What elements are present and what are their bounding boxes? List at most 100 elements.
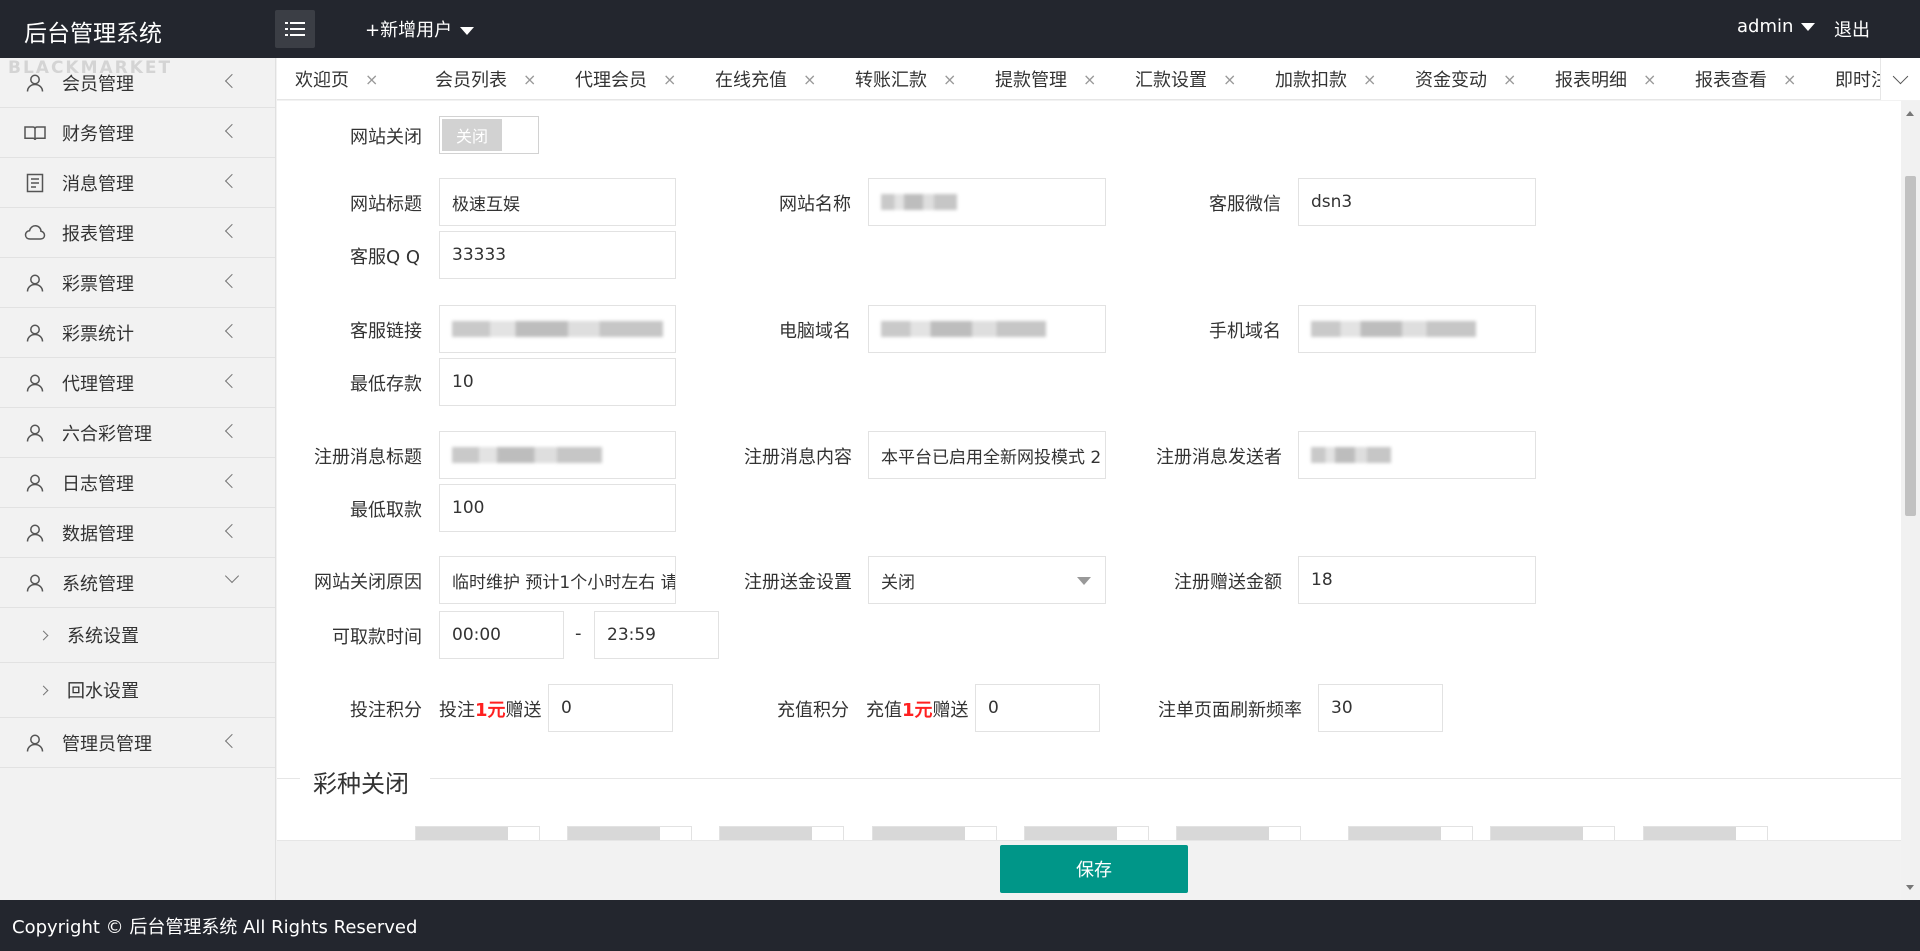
reg-msg-title-input[interactable] xyxy=(439,431,676,479)
reg-msg-sender-label: 注册消息发送者 xyxy=(1156,447,1282,468)
footer-copyright: Copyright © 后台管理系统 All Rights Reserved xyxy=(0,900,1920,951)
close-icon[interactable]: × xyxy=(1783,70,1796,89)
refresh-rate-input[interactable]: 30 xyxy=(1318,684,1443,732)
close-icon[interactable]: × xyxy=(803,70,816,89)
mobile-domain-label: 手机域名 xyxy=(1209,321,1281,342)
bet-points-rule: 投注1元赠送 xyxy=(439,696,542,722)
lottery-toggle[interactable] xyxy=(1024,826,1149,841)
sidebar-item-9[interactable]: 日志管理 xyxy=(0,458,275,508)
menu-toggle-button[interactable] xyxy=(275,10,315,48)
sidebar-item-label: 彩票管理 xyxy=(62,273,134,295)
withdraw-time-start-input[interactable]: 00:00 xyxy=(439,611,564,659)
tab-5[interactable]: 转账汇款 × xyxy=(855,58,956,99)
caret-down-icon xyxy=(460,27,475,35)
withdraw-time-end-input[interactable]: 23:59 xyxy=(594,611,719,659)
sidebar: BLACKMARKET 会员管理 财务管理 消息管理 报表管理 彩票管理 彩票统计 代理管理… xyxy=(0,58,276,900)
min-withdraw-input[interactable]: 100 xyxy=(439,484,676,532)
close-icon[interactable]: × xyxy=(365,70,378,89)
tab-6[interactable]: 提款管理 × xyxy=(995,58,1096,99)
reg-bonus-setting-select[interactable]: 关闭 xyxy=(868,556,1106,604)
tab-3[interactable]: 代理会员 × xyxy=(575,58,676,99)
site-title-input[interactable]: 极速互娱 xyxy=(439,178,676,226)
reg-msg-content-input[interactable]: 本平台已启用全新网投模式 2 xyxy=(868,431,1106,479)
site-name-label: 网站名称 xyxy=(779,194,851,215)
scroll-up-icon[interactable] xyxy=(1906,111,1914,116)
lottery-toggle[interactable] xyxy=(872,826,997,841)
add-user-menu[interactable]: +新增用户 xyxy=(365,16,475,42)
user-icon xyxy=(24,72,46,94)
site-close-toggle[interactable]: 关闭 xyxy=(439,116,539,154)
sidebar-item-4[interactable]: 报表管理 xyxy=(0,208,275,258)
close-reason-input[interactable]: 临时维护 预计1个小时左右 请 xyxy=(439,556,676,604)
min-deposit-input[interactable]: 10 xyxy=(439,358,676,406)
reg-bonus-amount-label: 注册赠送金额 xyxy=(1174,572,1282,593)
tab-7[interactable]: 汇款设置 × xyxy=(1135,58,1236,99)
lottery-toggle[interactable] xyxy=(415,826,540,841)
save-button[interactable]: 保存 xyxy=(1000,845,1188,893)
close-icon[interactable]: × xyxy=(663,70,676,89)
tab-2[interactable]: 会员列表 × xyxy=(435,58,536,99)
tab-label: 资金变动 xyxy=(1415,70,1487,91)
add-user-label: +新增用户 xyxy=(365,20,453,41)
sidebar-subitem-2[interactable]: 回水设置 xyxy=(0,663,275,718)
recharge-points-suffix: 赠送 xyxy=(932,700,969,721)
sidebar-item-12[interactable]: 管理员管理 xyxy=(0,718,275,768)
close-icon[interactable]: × xyxy=(1643,70,1656,89)
sidebar-item-label: 彩票统计 xyxy=(62,323,134,345)
lottery-toggle[interactable] xyxy=(567,826,692,841)
sidebar-item-8[interactable]: 六合彩管理 xyxy=(0,408,275,458)
lottery-toggle[interactable] xyxy=(1490,826,1615,841)
tab-9[interactable]: 资金变动 × xyxy=(1415,58,1516,99)
close-icon[interactable]: × xyxy=(1503,70,1516,89)
sidebar-item-6[interactable]: 彩票统计 xyxy=(0,308,275,358)
close-icon[interactable]: × xyxy=(523,70,536,89)
scroll-down-icon[interactable] xyxy=(1906,885,1914,890)
logout-link[interactable]: 退出 xyxy=(1834,16,1870,42)
close-icon[interactable]: × xyxy=(1223,70,1236,89)
close-icon[interactable]: × xyxy=(943,70,956,89)
sidebar-item-2[interactable]: 财务管理 xyxy=(0,108,275,158)
chevron-left-icon xyxy=(224,473,240,489)
sidebar-item-7[interactable]: 代理管理 xyxy=(0,358,275,408)
user-icon xyxy=(24,322,46,344)
chevron-left-icon xyxy=(224,73,240,89)
tab-more-button[interactable] xyxy=(1880,58,1920,100)
bet-points-input[interactable]: 0 xyxy=(548,684,673,732)
reg-bonus-amount-input[interactable]: 18 xyxy=(1298,556,1536,604)
sidebar-item-3[interactable]: 消息管理 xyxy=(0,158,275,208)
cs-qq-input[interactable]: 33333 xyxy=(439,231,676,279)
tab-10[interactable]: 报表明细 × xyxy=(1555,58,1656,99)
sidebar-item-11[interactable]: 系统管理 xyxy=(0,558,275,608)
scroll-thumb[interactable] xyxy=(1905,176,1916,516)
sidebar-subitem-label: 系统设置 xyxy=(67,626,139,647)
sidebar-item-1[interactable]: 会员管理 xyxy=(0,58,275,108)
site-title-label: 网站标题 xyxy=(350,194,422,215)
redacted-value xyxy=(1311,447,1391,463)
close-icon[interactable]: × xyxy=(1363,70,1376,89)
cs-wechat-input[interactable]: dsn3 xyxy=(1298,178,1536,226)
close-icon[interactable]: × xyxy=(1083,70,1096,89)
lottery-toggle[interactable] xyxy=(1176,826,1301,841)
pc-domain-input[interactable] xyxy=(868,305,1106,353)
tab-8[interactable]: 加款扣款 × xyxy=(1275,58,1376,99)
recharge-points-input[interactable]: 0 xyxy=(975,684,1100,732)
sidebar-subitem-1[interactable]: 系统设置 xyxy=(0,608,275,663)
sidebar-item-5[interactable]: 彩票管理 xyxy=(0,258,275,308)
chevron-down-icon xyxy=(224,568,240,584)
mobile-domain-input[interactable] xyxy=(1298,305,1536,353)
tab-11[interactable]: 报表查看 × xyxy=(1695,58,1796,99)
admin-menu[interactable]: admin xyxy=(1737,16,1816,37)
tab-1[interactable]: 欢迎页 × xyxy=(295,58,378,99)
lottery-toggle[interactable] xyxy=(1348,826,1473,841)
redacted-value xyxy=(452,321,663,337)
reg-msg-sender-input[interactable] xyxy=(1298,431,1536,479)
lottery-toggle[interactable] xyxy=(719,826,844,841)
lottery-toggle[interactable] xyxy=(1643,826,1768,841)
tab-4[interactable]: 在线充值 × xyxy=(715,58,816,99)
sidebar-item-10[interactable]: 数据管理 xyxy=(0,508,275,558)
sidebar-item-label: 管理员管理 xyxy=(62,733,152,755)
site-name-input[interactable] xyxy=(868,178,1106,226)
cs-link-input[interactable] xyxy=(439,305,676,353)
scrollbar[interactable] xyxy=(1901,101,1920,900)
select-value: 关闭 xyxy=(881,572,915,593)
